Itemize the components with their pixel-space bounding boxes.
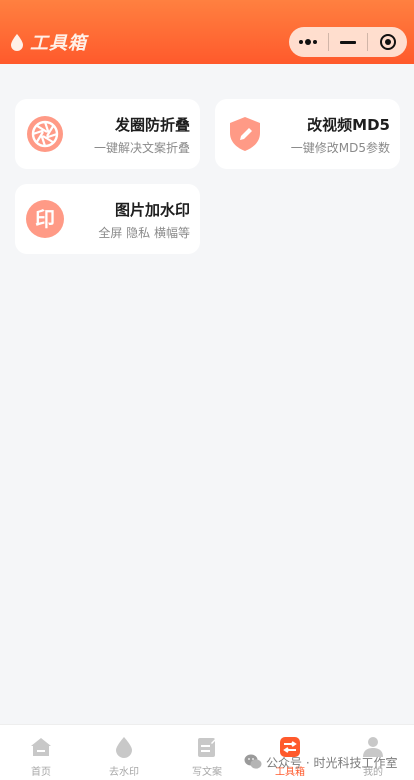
tool-subtitle: 全屏 隐私 横幅等 [98, 226, 190, 240]
stamp-icon: 印 [26, 200, 64, 238]
tool-card-video-md5[interactable]: 改视频MD5 一键修改MD5参数 [215, 99, 400, 169]
drop-icon [11, 34, 23, 51]
minimize-icon [339, 40, 356, 44]
tab-write-copy[interactable]: 写文案 [166, 725, 248, 780]
target-close-icon [379, 34, 396, 50]
tab-label: 首页 [31, 767, 51, 778]
note-icon [198, 738, 217, 757]
tab-home[interactable]: 首页 [0, 725, 82, 780]
tool-subtitle: 一键修改MD5参数 [290, 141, 390, 155]
tool-card-circle-fold[interactable]: 发圈防折叠 一键解决文案折叠 [15, 99, 200, 169]
mini-program-capsule [289, 27, 407, 57]
tool-card-image-watermark[interactable]: 印 图片加水印 全屏 隐私 横幅等 [15, 184, 200, 254]
minimize-button[interactable] [329, 27, 368, 57]
close-button[interactable] [368, 27, 407, 57]
tool-title: 图片加水印 [114, 201, 190, 219]
home-icon [31, 738, 51, 756]
tab-remove-watermark[interactable]: 去水印 [83, 725, 165, 780]
more-dots-icon [299, 39, 318, 45]
tool-title: 改视频MD5 [307, 116, 390, 134]
page-title: 工具箱 [30, 33, 87, 54]
wechat-watermark: 公众号 · 时光科技工作室 [244, 752, 397, 772]
drop-icon [116, 737, 132, 758]
nav-header: 工具箱 [0, 0, 414, 64]
tab-label: 去水印 [109, 767, 139, 778]
tab-label: 写文案 [192, 767, 222, 778]
shield-pen-icon [230, 117, 260, 151]
watermark-text: 公众号 · 时光科技工作室 [266, 755, 398, 770]
stamp-icon-text: 印 [35, 207, 55, 231]
wechat-icon [244, 754, 262, 769]
more-button[interactable] [289, 27, 328, 57]
tool-title: 发圈防折叠 [114, 116, 190, 134]
tool-subtitle: 一键解决文案折叠 [93, 141, 190, 155]
header-title-group: 工具箱 [10, 31, 87, 54]
aperture-icon [27, 116, 63, 152]
